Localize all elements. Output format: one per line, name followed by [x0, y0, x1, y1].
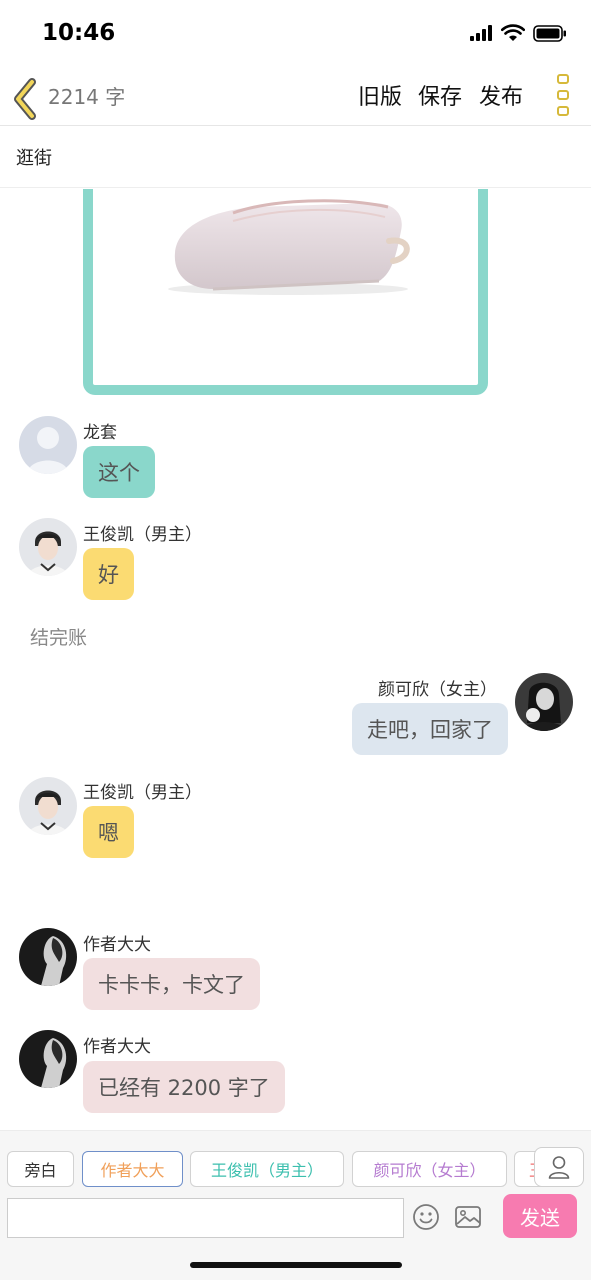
image-icon	[455, 1206, 481, 1228]
status-time: 10:46	[42, 20, 116, 46]
message-bubble[interactable]: 好	[83, 548, 134, 600]
avatar[interactable]	[19, 416, 77, 474]
sender-name: 作者大大	[83, 935, 151, 955]
chapter-title[interactable]: 逛街	[16, 144, 52, 170]
male-lead-avatar	[19, 777, 77, 835]
role-tab-author[interactable]: 作者大大	[82, 1151, 183, 1187]
status-icons	[469, 24, 567, 42]
message-bubble[interactable]: 卡卡卡，卡文了	[83, 958, 260, 1010]
ballet-shoe-image	[168, 199, 410, 295]
wifi-icon	[501, 24, 525, 41]
female-lead-avatar	[515, 673, 573, 731]
chevron-left-icon	[14, 78, 36, 120]
more-vertical-icon[interactable]	[554, 74, 572, 116]
avatar[interactable]	[19, 777, 77, 835]
sender-name: 王俊凯（男主）	[83, 783, 202, 803]
status-bar: 10:46	[0, 0, 591, 70]
role-tab-female-lead[interactable]: 颜可欣（女主）	[352, 1151, 507, 1187]
home-indicator	[190, 1262, 402, 1268]
emoji-button[interactable]	[412, 1203, 440, 1231]
male-lead-avatar	[19, 518, 77, 576]
author-avatar	[19, 1030, 77, 1088]
role-manage-button[interactable]	[534, 1147, 584, 1187]
sender-name: 龙套	[83, 423, 117, 443]
sender-name: 作者大大	[83, 1037, 151, 1057]
message-bubble[interactable]: 这个	[83, 446, 155, 498]
smile-icon	[413, 1204, 439, 1230]
send-button[interactable]: 发送	[503, 1194, 577, 1238]
message-bubble[interactable]: 走吧，回家了	[352, 703, 508, 755]
avatar[interactable]	[515, 673, 573, 731]
battery-icon	[533, 24, 566, 42]
old-version-button[interactable]: 旧版	[358, 79, 402, 111]
chat-area[interactable]: 龙套 这个 王俊凯（男主） 好 结完账 颜可欣（女主） 走吧，回家了 王俊凯（男…	[0, 189, 591, 1130]
save-button[interactable]: 保存	[418, 79, 462, 111]
avatar[interactable]	[19, 928, 77, 986]
signal-icon	[470, 25, 492, 41]
person-icon	[548, 1156, 570, 1179]
sender-name: 王俊凯（男主）	[83, 525, 202, 545]
editor-nav-bar: 2214 字 旧版 保存 发布	[0, 70, 591, 126]
word-count: 2214 字	[48, 85, 126, 109]
role-tab-male-lead[interactable]: 王俊凯（男主）	[190, 1151, 344, 1187]
back-button[interactable]	[12, 78, 42, 120]
composer-panel: 旁白 作者大大 王俊凯（男主） 颜可欣（女主） 王 发送	[0, 1130, 591, 1280]
author-avatar	[19, 928, 77, 986]
image-message[interactable]	[83, 189, 488, 395]
role-tab-narration[interactable]: 旁白	[7, 1151, 74, 1187]
avatar[interactable]	[19, 1030, 77, 1088]
message-bubble[interactable]: 嗯	[83, 806, 134, 858]
chapter-title-bar: 逛街	[0, 126, 591, 188]
publish-button[interactable]: 发布	[479, 79, 523, 111]
message-input[interactable]	[7, 1198, 404, 1238]
message-bubble[interactable]: 已经有 2200 字了	[83, 1061, 285, 1113]
role-selector: 旁白 作者大大 王俊凯（男主） 颜可欣（女主） 王	[0, 1147, 591, 1191]
insert-image-button[interactable]	[454, 1203, 482, 1231]
narration-text[interactable]: 结完账	[30, 623, 87, 650]
avatar[interactable]	[19, 518, 77, 576]
sender-name: 颜可欣（女主）	[378, 680, 497, 700]
default-avatar-icon	[19, 416, 77, 474]
